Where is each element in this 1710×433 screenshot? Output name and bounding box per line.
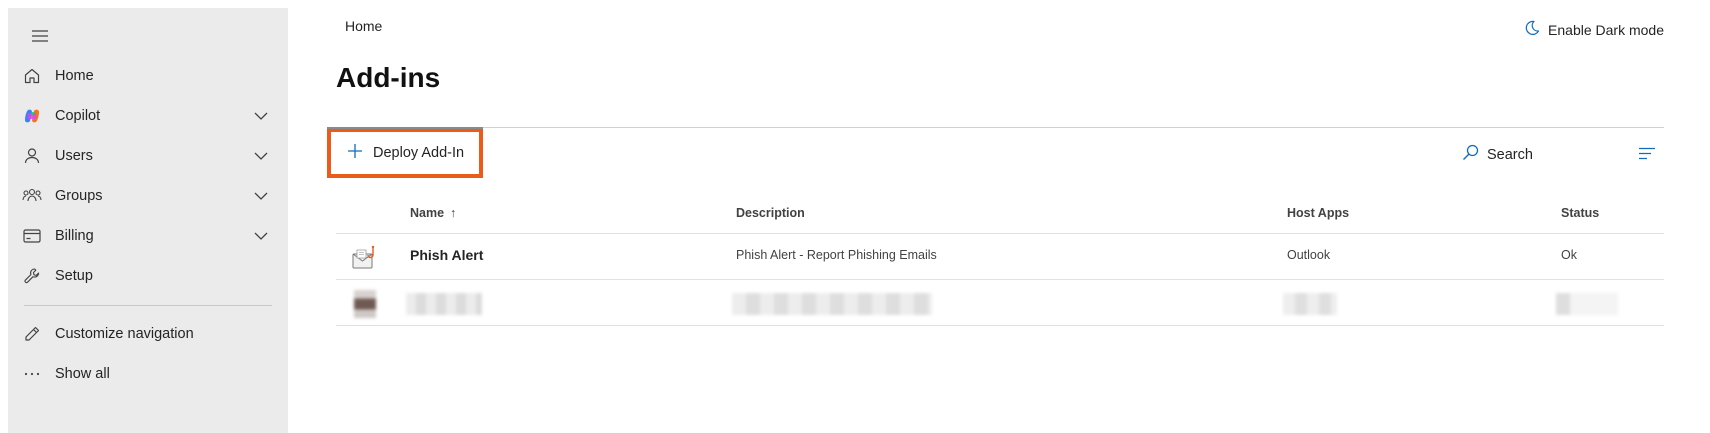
left-navigation: Home Copilot Users Groups Billing Setup … — [8, 8, 288, 433]
chevron-down-icon[interactable] — [253, 108, 269, 124]
more-horizontal-icon — [22, 364, 42, 384]
nav-copilot-label: Copilot — [55, 108, 101, 124]
pencil-icon — [22, 324, 42, 344]
nav-customize-navigation[interactable]: Customize navigation — [8, 314, 288, 354]
search-label: Search — [1487, 146, 1533, 163]
home-icon — [22, 66, 42, 86]
column-header-name[interactable]: Name ↑ — [410, 206, 456, 220]
filter-icon[interactable] — [1636, 143, 1658, 163]
redacted-host-apps — [1283, 293, 1337, 315]
table-header: Name ↑ Description Host Apps Status — [336, 196, 1664, 234]
breadcrumb[interactable]: Home — [345, 18, 382, 34]
redacted-icon — [354, 290, 376, 318]
chevron-down-icon[interactable] — [253, 228, 269, 244]
nav-groups[interactable]: Groups — [8, 176, 288, 216]
sort-ascending-icon: ↑ — [450, 206, 457, 220]
nav-show-all-label: Show all — [55, 366, 110, 382]
redacted-description — [732, 293, 932, 315]
nav-setup-label: Setup — [55, 268, 93, 284]
deploy-add-in-label: Deploy Add-In — [373, 145, 465, 161]
search-button[interactable]: Search — [1462, 144, 1533, 165]
nav-copilot[interactable]: Copilot — [8, 96, 288, 136]
copilot-icon — [22, 106, 42, 126]
nav-users[interactable]: Users — [8, 136, 288, 176]
column-header-description-label: Description — [736, 206, 805, 220]
column-header-status[interactable]: Status — [1561, 206, 1599, 220]
redacted-status — [1556, 293, 1618, 315]
dark-mode-label: Enable Dark mode — [1548, 21, 1664, 38]
deploy-add-in-button[interactable]: Deploy Add-In — [327, 127, 483, 178]
nav-billing-label: Billing — [55, 228, 94, 244]
credit-card-icon — [22, 226, 42, 246]
nav-divider — [24, 305, 272, 306]
table-row-redacted[interactable] — [336, 280, 1664, 326]
nav-groups-label: Groups — [55, 188, 103, 204]
nav-users-label: Users — [55, 148, 93, 164]
dark-mode-toggle[interactable]: Enable Dark mode — [1524, 20, 1664, 39]
add-icon — [347, 143, 363, 163]
menu-icon[interactable] — [24, 20, 56, 52]
nav-customize-navigation-label: Customize navigation — [55, 326, 194, 342]
nav-show-all[interactable]: Show all — [8, 354, 288, 394]
table-row[interactable]: Phish Alert Phish Alert - Report Phishin… — [336, 234, 1664, 280]
nav-setup[interactable]: Setup — [8, 256, 288, 296]
add-in-name[interactable]: Phish Alert — [410, 247, 483, 263]
add-in-host-apps: Outlook — [1287, 248, 1331, 262]
phish-alert-icon — [350, 244, 378, 272]
column-header-host-apps[interactable]: Host Apps — [1287, 206, 1349, 220]
add-in-description: Phish Alert - Report Phishing Emails — [736, 248, 937, 262]
redacted-name — [406, 293, 482, 315]
wrench-icon — [22, 266, 42, 286]
chevron-down-icon[interactable] — [253, 148, 269, 164]
moon-icon — [1524, 20, 1540, 39]
nav-home[interactable]: Home — [8, 56, 288, 96]
column-header-host-apps-label: Host Apps — [1287, 206, 1350, 220]
column-header-name-label: Name — [410, 206, 445, 220]
add-in-status: Ok — [1561, 248, 1577, 262]
nav-billing[interactable]: Billing — [8, 216, 288, 256]
nav-home-label: Home — [55, 68, 94, 84]
add-ins-table: Name ↑ Description Host Apps Status Phis… — [336, 196, 1664, 326]
user-icon — [22, 146, 42, 166]
search-icon — [1462, 144, 1479, 165]
column-header-status-label: Status — [1561, 206, 1600, 220]
column-header-description[interactable]: Description — [736, 206, 805, 220]
page-title: Add-ins — [336, 62, 441, 93]
chevron-down-icon[interactable] — [253, 188, 269, 204]
toolbar-divider — [336, 127, 1664, 128]
people-team-icon — [22, 186, 42, 206]
